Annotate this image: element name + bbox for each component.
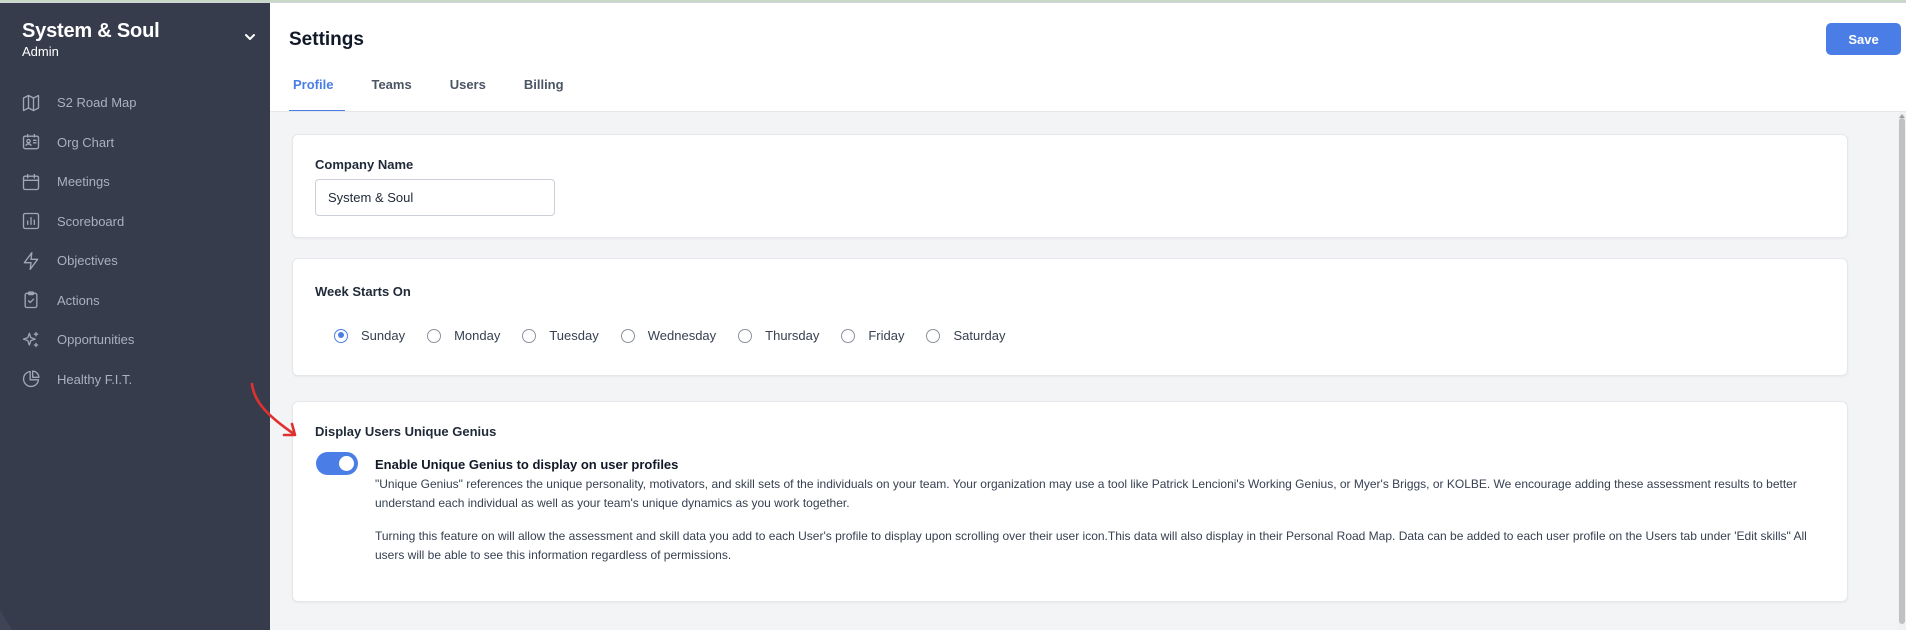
radio-button[interactable] <box>738 328 753 343</box>
clipboard-check-icon <box>20 289 42 311</box>
radio-button[interactable] <box>620 328 635 343</box>
save-button[interactable]: Save <box>1826 23 1901 55</box>
chevron-down-icon <box>245 34 255 40</box>
contact-card-icon <box>20 131 42 153</box>
workspace-switcher[interactable]: System & Soul Admin <box>22 19 258 65</box>
sidebar-item-org-chart[interactable]: Org Chart <box>0 123 270 163</box>
sidebar-item-actions[interactable]: Actions <box>0 281 270 321</box>
unique-genius-toggle-title: Enable Unique Genius to display on user … <box>375 457 679 472</box>
radio-option-tuesday[interactable]: Tuesday <box>522 328 599 343</box>
sidebar-item-label: Meetings <box>57 174 110 190</box>
sidebar-item-label: Opportunities <box>57 332 135 348</box>
radio-label: Thursday <box>765 328 820 343</box>
company-name-label: Company Name <box>315 157 414 172</box>
radio-label: Sunday <box>361 328 406 343</box>
radio-option-monday[interactable]: Monday <box>427 328 500 343</box>
unique-genius-description: "Unique Genius" references the unique pe… <box>375 477 1797 510</box>
radio-label: Friday <box>868 328 905 343</box>
sidebar-item-road-map[interactable]: S2 Road Map <box>0 83 270 123</box>
sidebar-item-scoreboard[interactable]: Scoreboard <box>0 202 270 242</box>
settings-content: Company Name Week Starts On Sunday Monda… <box>270 112 1906 630</box>
pie-chart-icon <box>20 368 42 390</box>
radio-label: Tuesday <box>549 328 599 343</box>
user-role: Admin <box>22 44 59 59</box>
sidebar-item-objectives[interactable]: Objectives <box>0 241 270 281</box>
company-name-card: Company Name <box>292 134 1848 238</box>
annotation-arrow-icon <box>250 382 297 437</box>
sidebar-item-opportunities[interactable]: Opportunities <box>0 320 270 360</box>
tab-teams[interactable]: Teams <box>367 72 415 112</box>
lightning-icon <box>20 250 42 272</box>
sidebar-item-label: Actions <box>57 292 100 308</box>
window-top-border <box>0 0 1906 3</box>
sidebar-corner-decoration <box>0 610 12 630</box>
radio-label: Wednesday <box>647 328 717 343</box>
week-start-radio-group: Sunday Monday Tuesday Wednesday Thursday… <box>334 328 1028 343</box>
radio-label: Saturday <box>953 328 1006 343</box>
radio-option-sunday[interactable]: Sunday <box>334 328 405 343</box>
radio-option-saturday[interactable]: Saturday <box>926 328 1006 343</box>
radio-button[interactable] <box>427 328 442 343</box>
map-icon <box>20 92 42 114</box>
radio-label: Monday <box>454 328 501 343</box>
radio-option-friday[interactable]: Friday <box>841 328 904 343</box>
sidebar-item-label: Scoreboard <box>57 213 125 229</box>
unique-genius-toggle[interactable] <box>316 452 358 475</box>
sidebar-item-label: S2 Road Map <box>57 95 137 111</box>
radio-option-wednesday[interactable]: Wednesday <box>620 328 717 343</box>
week-start-label: Week Starts On <box>315 284 411 299</box>
calendar-icon <box>20 171 42 193</box>
radio-option-thursday[interactable]: Thursday <box>738 328 819 343</box>
sidebar-item-label: Healthy F.I.T. <box>57 371 133 387</box>
toggle-knob <box>339 456 354 471</box>
company-name-input[interactable] <box>315 179 555 216</box>
sidebar-item-healthy-fit[interactable]: Healthy F.I.T. <box>0 360 270 400</box>
radio-button-checked[interactable] <box>334 328 348 343</box>
tab-billing[interactable]: Billing <box>520 72 568 112</box>
workspace-name: System & Soul <box>22 20 160 42</box>
scroll-thumb[interactable] <box>1899 118 1905 624</box>
bar-chart-icon <box>20 210 42 232</box>
radio-button[interactable] <box>841 328 856 343</box>
radio-button[interactable] <box>926 328 941 343</box>
sidebar: System & Soul Admin S2 Road Map Org Char… <box>0 3 270 630</box>
unique-genius-section-label: Display Users Unique Genius <box>315 424 497 439</box>
tab-profile[interactable]: Profile <box>289 72 347 112</box>
sidebar-nav: S2 Road Map Org Chart Meetings Scoreboar… <box>0 83 270 399</box>
settings-tabs: Profile Teams Users Billing <box>289 72 598 112</box>
content-scrollbar[interactable] <box>1898 112 1906 630</box>
sidebar-item-label: Org Chart <box>57 134 115 150</box>
unique-genius-feature-note: Turning this feature on will allow the a… <box>375 529 1807 562</box>
tab-users[interactable]: Users <box>446 72 490 112</box>
radio-button[interactable] <box>522 328 537 343</box>
unique-genius-card: Display Users Unique Genius Enable Uniqu… <box>292 401 1848 602</box>
sidebar-item-label: Objectives <box>57 253 118 269</box>
sparkles-icon <box>20 329 42 351</box>
sidebar-item-meetings[interactable]: Meetings <box>0 162 270 202</box>
page-title: Settings <box>289 29 364 50</box>
week-start-card: Week Starts On Sunday Monday Tuesday Wed… <box>292 258 1848 376</box>
